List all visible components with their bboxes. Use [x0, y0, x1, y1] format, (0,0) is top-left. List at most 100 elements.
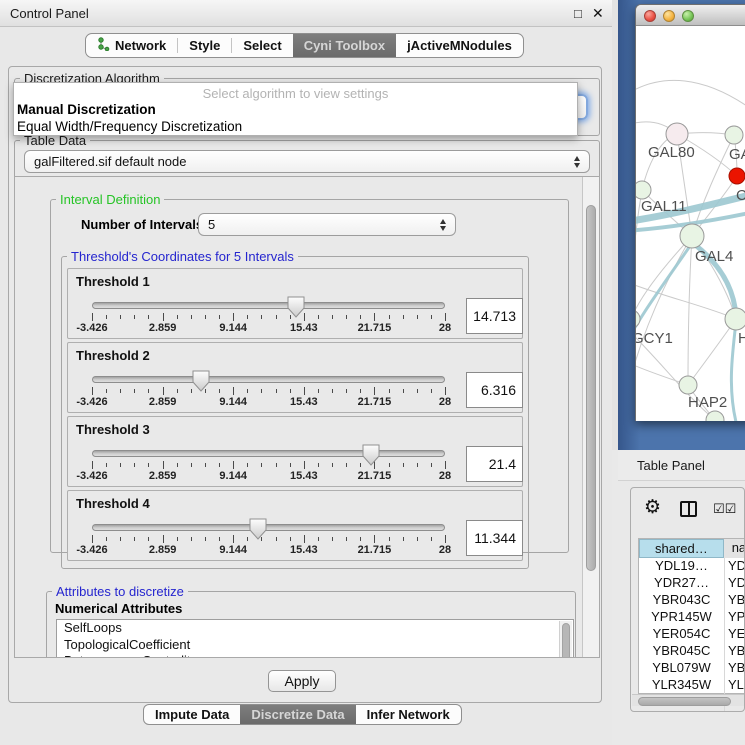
slider-thumb[interactable] [287, 296, 305, 318]
table-cell[interactable]: YBL079W [639, 660, 725, 677]
attribute-list-item[interactable]: SelfLoops [57, 620, 573, 637]
table-cell[interactable]: YBR043C [639, 592, 725, 609]
attribute-list-item[interactable]: BetweennessCentrality [57, 653, 573, 658]
table-hscrollbar-thumb[interactable] [638, 697, 731, 706]
table-data-combobox[interactable]: galFiltered.sif default node [24, 150, 590, 173]
slider-tick [120, 463, 121, 467]
network-icon [97, 37, 110, 54]
table-cell[interactable]: YBL0 [725, 660, 745, 677]
network-node-c[interactable] [729, 168, 745, 184]
slider-tick [92, 535, 93, 543]
table-cell[interactable]: YDR27… [639, 575, 725, 592]
network-node-gal80[interactable] [666, 123, 688, 145]
slider-thumb[interactable] [362, 444, 380, 466]
slider-tick [247, 315, 248, 319]
slider-tick [247, 389, 248, 393]
table-cell[interactable]: YLR345W [639, 677, 725, 694]
slider-tick [219, 537, 220, 541]
table-row[interactable]: YPR145WYPR1 [639, 609, 745, 626]
network-window-titlebar[interactable] [636, 5, 745, 26]
slider-thumb[interactable] [192, 370, 210, 392]
column-header-1[interactable]: shared… [639, 539, 724, 558]
slider-thumb[interactable] [249, 518, 267, 540]
slider-track[interactable] [92, 524, 445, 531]
tab-jactivemnodules[interactable]: jActiveMNodules [396, 34, 523, 57]
threshold-value-field[interactable] [466, 298, 523, 334]
threshold-value-field[interactable] [466, 446, 523, 482]
column-header-2[interactable]: na [724, 539, 745, 558]
table-cell[interactable]: YBR045C [639, 643, 725, 660]
table-row[interactable]: YDL19…YDL1 [639, 558, 745, 575]
slider-tick [276, 315, 277, 319]
table-cell[interactable]: YER0 [725, 626, 745, 643]
table-row[interactable]: YBR043CYBR0 [639, 592, 745, 609]
slider-tick-label: 21.715 [348, 470, 400, 482]
threshold-value-field[interactable] [466, 372, 523, 408]
table-cell[interactable]: YBR0 [725, 592, 745, 609]
slider-track[interactable] [92, 376, 445, 383]
zoom-light-icon[interactable] [682, 10, 694, 22]
apply-button[interactable]: Apply [268, 670, 336, 692]
table-hscrollbar[interactable] [632, 694, 744, 706]
table-cell[interactable]: YPR145W [639, 609, 725, 626]
slider-tick-label: -3.426 [66, 396, 118, 408]
gear-icon[interactable]: ⚙ [644, 498, 661, 517]
network-node-ga[interactable] [725, 126, 743, 144]
table-cell[interactable]: YBR0 [725, 643, 745, 660]
attributes-scrollbar-thumb[interactable] [562, 623, 570, 658]
tab-style[interactable]: Style [178, 34, 231, 57]
table-cell[interactable]: YLR3 [725, 677, 745, 694]
settings-scrollbar-thumb[interactable] [586, 205, 596, 571]
float-window-icon[interactable]: □ [574, 6, 582, 21]
tab-discretize-data[interactable]: Discretize Data [240, 705, 355, 724]
settings-scrollbar[interactable] [582, 177, 600, 657]
minimize-light-icon[interactable] [663, 10, 675, 22]
slider-tick [276, 389, 277, 393]
close-light-icon[interactable] [644, 10, 656, 22]
network-node-gal11[interactable] [636, 181, 651, 199]
dropdown-option-manual-discretization[interactable]: Manual Discretization [17, 102, 156, 117]
table-cell[interactable]: YER054C [639, 626, 725, 643]
table-cell[interactable]: YDL1 [725, 558, 745, 575]
table-header-row: shared…na [639, 539, 745, 558]
slider-tick [106, 537, 107, 541]
tab-label: Discretize Data [251, 707, 344, 722]
table-cell[interactable]: YDR2 [725, 575, 745, 592]
tab-select[interactable]: Select [232, 34, 292, 57]
slider-tick [148, 389, 149, 393]
table-row[interactable]: YER054CYER0 [639, 626, 745, 643]
table-row[interactable]: YLR345WYLR3 [639, 677, 745, 694]
network-canvas[interactable]: GAL80GACGAL11GAL4GCY1HHAP2 [636, 26, 745, 421]
dropdown-option-equal-width-frequency[interactable]: Equal Width/Frequency Discretization [17, 119, 242, 134]
checkboxes-icon[interactable]: ☑☑ [713, 501, 736, 517]
slider-tick-label: 9.144 [207, 544, 259, 556]
combo-arrows-icon [440, 219, 446, 231]
slider-tick [276, 537, 277, 541]
slider-tick-label: 9.144 [207, 396, 259, 408]
slider-tick-label: 15.43 [278, 544, 330, 556]
tab-impute-data[interactable]: Impute Data [144, 705, 240, 724]
columns-icon[interactable] [680, 501, 697, 517]
close-icon[interactable]: ✕ [592, 5, 604, 22]
tab-network[interactable]: Network [86, 34, 177, 57]
number-of-intervals-combobox[interactable]: 5 [198, 213, 456, 236]
table-row[interactable]: YBL079WYBL0 [639, 660, 745, 677]
network-node-hap2[interactable] [679, 376, 697, 394]
slider-tick-label: 2.859 [137, 470, 189, 482]
slider-track[interactable] [92, 302, 445, 309]
attribute-list-item[interactable]: TopologicalCoefficient [57, 637, 573, 654]
tab-infer-network[interactable]: Infer Network [356, 705, 461, 724]
threshold-value-field[interactable] [466, 520, 523, 556]
table-cell[interactable]: YDL19… [639, 558, 725, 575]
network-node-gcy1[interactable] [636, 310, 640, 328]
network-node-h[interactable] [725, 308, 745, 330]
attributes-scrollbar[interactable] [559, 621, 572, 658]
slider-track[interactable] [92, 450, 445, 457]
table-row[interactable]: YDR27…YDR2 [639, 575, 745, 592]
interval-definition-label: Interval Definition [56, 192, 164, 207]
table-cell[interactable]: YPR1 [725, 609, 745, 626]
tab-cyni-toolbox[interactable]: Cyni Toolbox [293, 34, 396, 57]
network-node-gal4[interactable] [680, 224, 704, 248]
slider-tick [106, 389, 107, 393]
table-row[interactable]: YBR045CYBR0 [639, 643, 745, 660]
